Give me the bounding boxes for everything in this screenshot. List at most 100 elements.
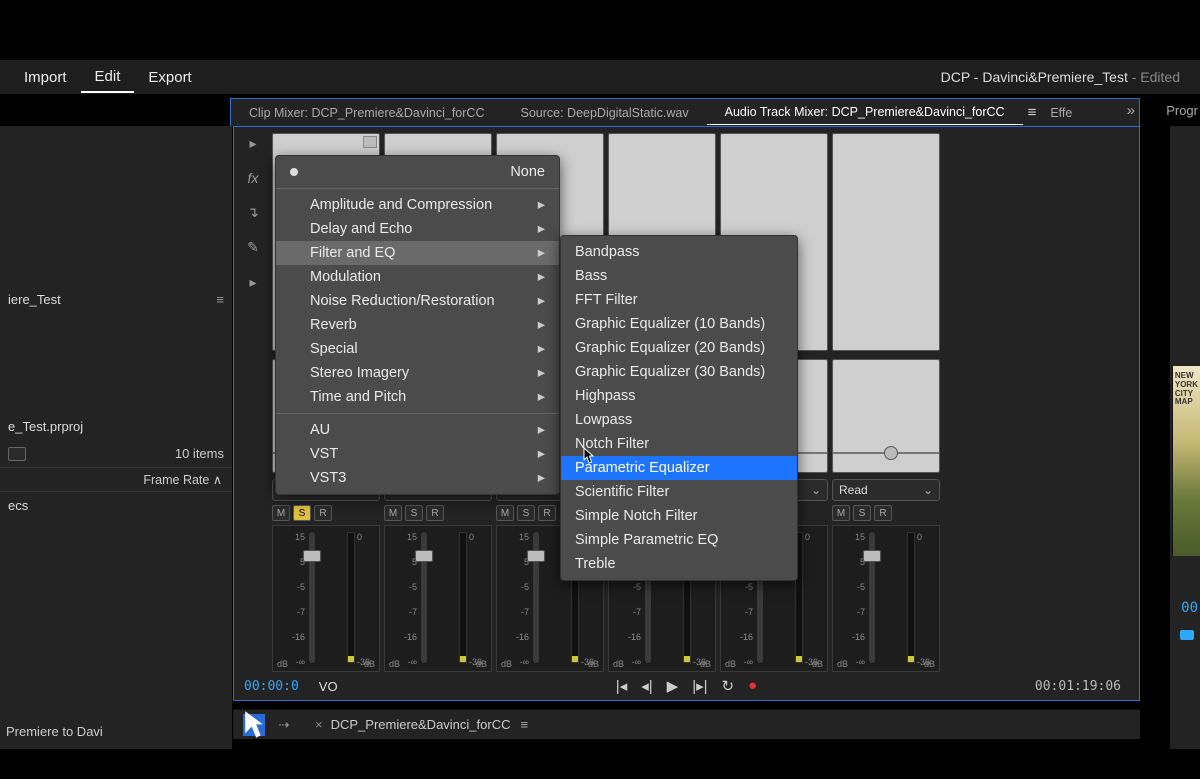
menu-item-amplitude[interactable]: Amplitude and Compression▸ [276,193,559,217]
timecode-out: 00:01:19:06 [1035,679,1121,694]
program-monitor-sliver: NEW YORK CITY MAP [1170,126,1200,749]
menu-item-vst3[interactable]: VST3▸ [276,466,559,490]
search-icon[interactable] [8,447,26,461]
sort-chevron-icon: ∧ [213,473,222,487]
record-icon[interactable]: ● [748,677,757,695]
item-count: 10 items [175,446,224,461]
tab-clip-mixer[interactable]: Clip Mixer: DCP_Premiere&Davinci_forCC [231,101,502,125]
menu-item-modulation[interactable]: Modulation▸ [276,265,559,289]
chevron-down-icon: ⌄ [923,483,933,497]
menu-item-time-pitch[interactable]: Time and Pitch▸ [276,385,559,409]
mute-button[interactable]: M [272,505,290,521]
play-icon[interactable]: ▶ [667,677,679,695]
submenu-item-simple-para[interactable]: Simple Parametric EQ [561,528,797,552]
loop-icon[interactable]: ↻ [722,677,735,695]
panel-menu-icon[interactable]: ≡ [1028,104,1037,121]
record-button[interactable]: R [538,505,556,521]
submenu-arrow-icon: ▸ [538,197,545,213]
go-to-in-icon[interactable]: |◂ [616,677,627,695]
mixer-transport: 00:00:0 VO |◂ ◂| ▶ |▸| ↻ ● 00:01:19:06 [244,674,1129,698]
volume-fader[interactable]: 155-5-7-16-∞ dB 0-36 dB [384,525,492,672]
bottom-blackbar [0,749,1200,779]
workspace-export[interactable]: Export [134,63,205,92]
workspace-import[interactable]: Import [10,63,81,92]
panel-tab-bar: Clip Mixer: DCP_Premiere&Davinci_forCC S… [230,98,1140,126]
submenu-item-treble[interactable]: Treble [561,552,797,576]
menu-item-delay[interactable]: Delay and Echo▸ [276,217,559,241]
menu-item-special[interactable]: Special▸ [276,337,559,361]
submenu-item-parametric-eq[interactable]: Parametric Equalizer [561,456,797,480]
menu-item-au[interactable]: AU▸ [276,418,559,442]
project-file[interactable]: e_Test.prproj [8,419,83,434]
tab-program[interactable]: Progr [1166,103,1198,118]
menu-item-noise[interactable]: Noise Reduction/Restoration▸ [276,289,559,313]
panel-menu-icon[interactable]: ≡ [216,292,224,307]
sequence-menu-icon[interactable]: ≡ [520,717,528,732]
program-timecode: 00 [1181,600,1198,616]
submenu-item-notch[interactable]: Notch Filter [561,432,797,456]
submenu-item-simple-notch[interactable]: Simple Notch Filter [561,504,797,528]
sequence-tab[interactable]: DCP_Premiere&Davinci_forCC [331,717,511,732]
fx-insert-slot[interactable] [832,133,940,351]
tab-effects[interactable]: Effe [1036,101,1090,125]
pan-control[interactable] [832,359,940,473]
program-frame-thumbnail: NEW YORK CITY MAP [1172,366,1200,556]
submenu-item-bandpass[interactable]: Bandpass [561,240,797,264]
mixer-side-tools: ▸ fx ↴ ✎ ▸ [240,135,266,291]
volume-fader[interactable]: 155-5-7-16-∞ dB 0-36 dB [832,525,940,672]
bin-premiere-to-davi[interactable]: Premiere to Davi [6,724,103,739]
record-button[interactable]: R [874,505,892,521]
menu-item-reverb[interactable]: Reverb▸ [276,313,559,337]
step-forward-icon[interactable]: |▸| [692,677,707,695]
mute-button[interactable]: M [832,505,850,521]
chevron-down-icon: ⌄ [811,483,821,497]
mute-button[interactable]: M [384,505,402,521]
submenu-item-bass[interactable]: Bass [561,264,797,288]
tab-source[interactable]: Source: DeepDigitalStatic.wav [502,101,706,125]
record-button[interactable]: R [426,505,444,521]
bin-name[interactable]: iere_Test [8,292,61,307]
submenu-item-geq30[interactable]: Graphic Equalizer (30 Bands) [561,360,797,384]
menu-separator [276,188,559,189]
selection-tool-icon[interactable] [243,714,265,736]
menu-item-vst[interactable]: VST▸ [276,442,559,466]
project-item-row[interactable]: ecs [0,492,232,519]
show-effects-toggle-icon[interactable]: ▸ [249,135,256,152]
timecode-in[interactable]: 00:00:0 [244,679,299,694]
submenu-item-scientific[interactable]: Scientific Filter [561,480,797,504]
menu-item-none[interactable]: None [276,160,559,184]
submenu-item-lowpass[interactable]: Lowpass [561,408,797,432]
workspace-bar: Import Edit Export DCP - Davinci&Premier… [0,60,1200,94]
expand-panels-icon[interactable]: » [1127,102,1135,119]
menu-item-stereo[interactable]: Stereo Imagery▸ [276,361,559,385]
submenu-item-geq20[interactable]: Graphic Equalizer (20 Bands) [561,336,797,360]
column-frame-rate[interactable]: Frame Rate ∧ [0,467,232,492]
record-button[interactable]: R [314,505,332,521]
automation-icon[interactable]: ✎ [247,239,259,256]
tab-audio-track-mixer[interactable]: Audio Track Mixer: DCP_Premiere&Davinci_… [707,100,1023,125]
level-meter [347,532,355,663]
channel-strip-6: Read⌄ MSR 155-5-7-16-∞ dB 0-36 dB [832,133,940,672]
close-sequence-icon[interactable]: × [315,717,323,732]
submenu-item-fft[interactable]: FFT Filter [561,288,797,312]
sends-icon[interactable]: ↴ [247,204,259,221]
project-title: DCP - Davinci&Premiere_Test - Edited [941,69,1180,85]
step-back-icon[interactable]: ◂| [641,677,652,695]
solo-button[interactable]: S [293,505,311,521]
ripple-edit-tool-icon[interactable]: ⇢ [273,714,295,736]
track-name-label: VO [319,679,338,694]
insert-dropdown-icon[interactable] [363,136,377,148]
collapse-icon[interactable]: ▸ [249,274,256,291]
mute-button[interactable]: M [496,505,514,521]
automation-mode-select[interactable]: Read⌄ [832,479,940,501]
solo-button[interactable]: S [517,505,535,521]
solo-button[interactable]: S [853,505,871,521]
fx-icon[interactable]: fx [248,170,259,186]
submenu-item-geq10[interactable]: Graphic Equalizer (10 Bands) [561,312,797,336]
volume-fader[interactable]: 155-5-7-16-∞ dB 0-36 dB [272,525,380,672]
menu-item-filter-eq[interactable]: Filter and EQ▸ [276,241,559,265]
playhead-marker-icon[interactable] [1180,630,1194,640]
submenu-item-highpass[interactable]: Highpass [561,384,797,408]
solo-button[interactable]: S [405,505,423,521]
workspace-edit[interactable]: Edit [81,62,135,93]
